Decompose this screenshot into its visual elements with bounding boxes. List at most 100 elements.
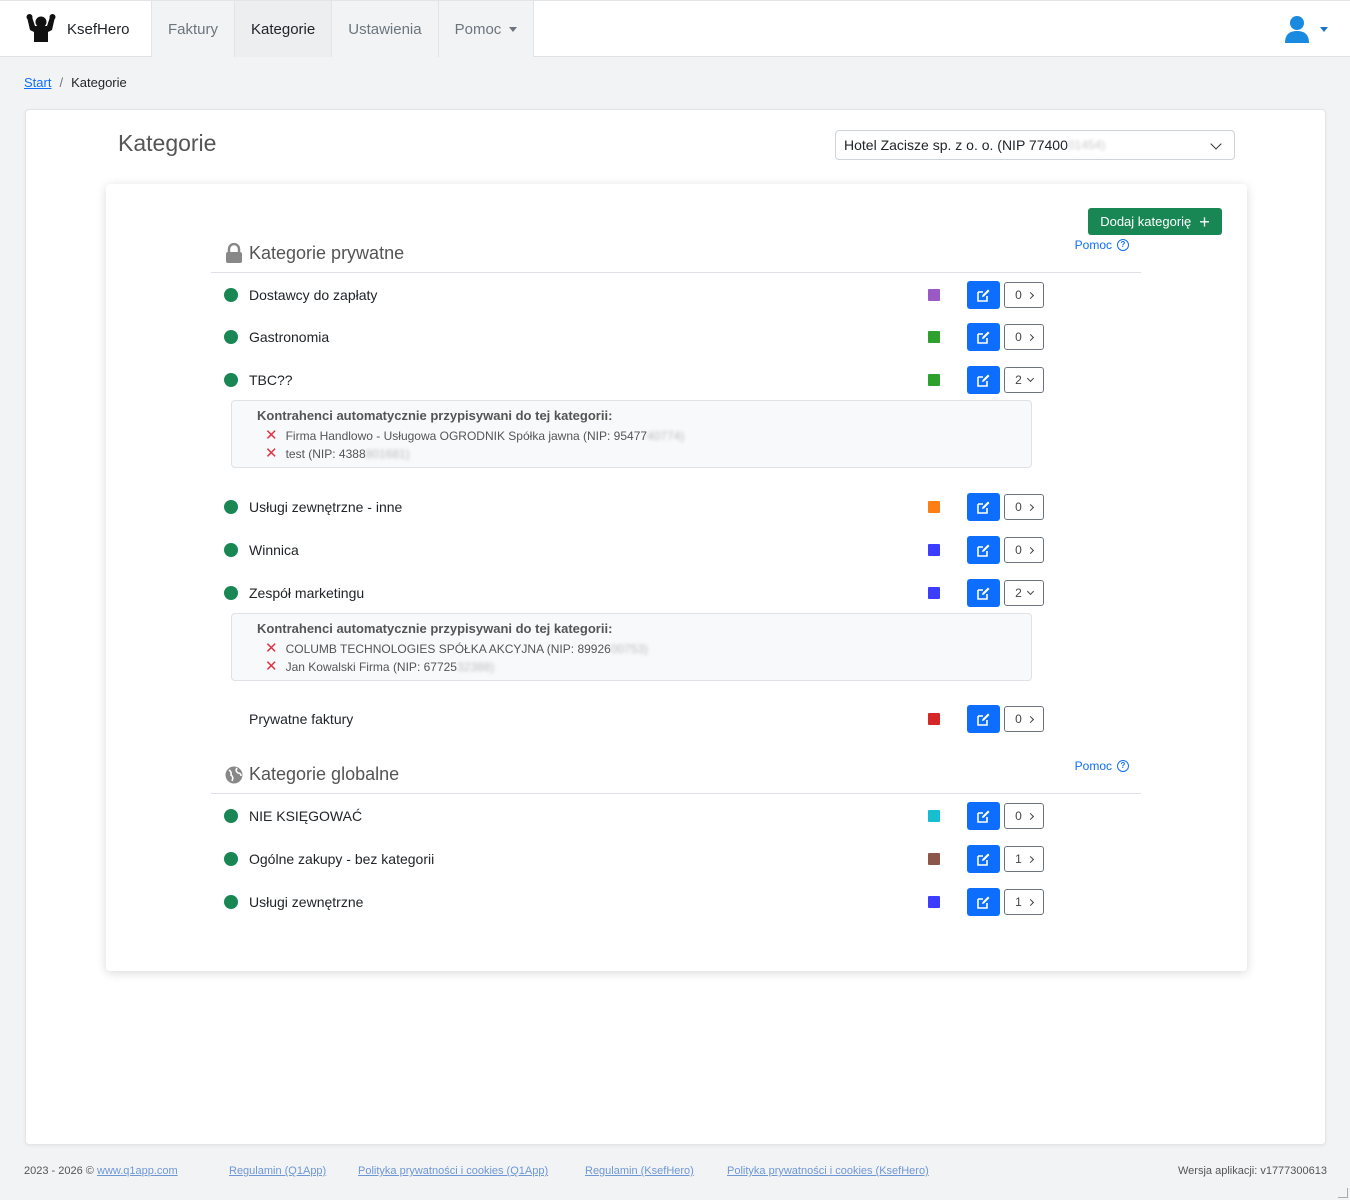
tab-ustawienia[interactable]: Ustawienia bbox=[331, 1, 438, 57]
tab-label: Pomoc bbox=[454, 20, 502, 38]
categories-card: Dodaj kategorię + Kategorie prywatne Pom… bbox=[106, 184, 1247, 971]
contractors-panel: Kontrahenci automatycznie przypisywani d… bbox=[231, 613, 1032, 681]
footer-link-privacy-ksefhero[interactable]: Polityka prywatności i cookies (KsefHero… bbox=[727, 1165, 929, 1177]
contractors-count-toggle[interactable]: 2 bbox=[1004, 367, 1044, 393]
remove-contractor-icon[interactable]: ✕ bbox=[265, 428, 278, 443]
resize-handle[interactable] bbox=[1338, 1188, 1348, 1198]
active-status-dot bbox=[224, 809, 238, 823]
global-help-link[interactable]: Pomoc? bbox=[1075, 759, 1129, 773]
edit-category-button[interactable] bbox=[967, 579, 1000, 607]
footer-site-link[interactable]: www.q1app.com bbox=[97, 1165, 178, 1177]
remove-contractor-icon[interactable]: ✕ bbox=[265, 446, 278, 461]
contractors-panel: Kontrahenci automatycznie przypisywani d… bbox=[231, 400, 1032, 468]
contractors-count-toggle[interactable]: 1 bbox=[1004, 846, 1044, 872]
contractors-count: 2 bbox=[1015, 586, 1022, 600]
category-color-swatch bbox=[928, 331, 940, 343]
contractors-header: Kontrahenci automatycznie przypisywani d… bbox=[257, 408, 613, 423]
category-name: Gastronomia bbox=[249, 329, 330, 345]
contractor-name: Jan Kowalski Firma (NIP: 67725 bbox=[285, 660, 457, 674]
plus-icon: + bbox=[1199, 211, 1210, 232]
global-section-title: Kategorie globalne bbox=[249, 764, 400, 784]
edit-category-button[interactable] bbox=[967, 802, 1000, 830]
edit-category-button[interactable] bbox=[967, 536, 1000, 564]
edit-category-button[interactable] bbox=[967, 888, 1000, 916]
chevron-right-icon bbox=[1026, 898, 1034, 906]
private-help-link[interactable]: Pomoc? bbox=[1075, 238, 1129, 252]
remove-contractor-icon[interactable]: ✕ bbox=[265, 659, 278, 674]
breadcrumb: Start / Kategorie bbox=[24, 75, 127, 90]
contractor-name: Firma Handlowo - Usługowa OGRODNIK Spółk… bbox=[285, 429, 648, 443]
edit-icon bbox=[977, 587, 990, 600]
category-row: TBC?? 2 bbox=[211, 365, 1141, 395]
category-color-swatch bbox=[928, 853, 940, 865]
contractor-item: ✕ Firma Handlowo - Usługowa OGRODNIK Spół… bbox=[265, 428, 684, 443]
footer-link-terms-ksefhero[interactable]: Regulamin (KsefHero) bbox=[585, 1165, 694, 1177]
active-status-dot bbox=[224, 543, 238, 557]
category-row: Zespół marketingu 2 bbox=[211, 578, 1141, 608]
chevron-right-icon bbox=[1026, 855, 1034, 863]
contractor-name: COLUMB TECHNOLOGIES SPÓŁKA AKCYJNA (NIP:… bbox=[285, 642, 611, 656]
chevron-down-icon bbox=[1026, 587, 1034, 596]
edit-category-button[interactable] bbox=[967, 323, 1000, 351]
user-avatar-icon bbox=[1285, 16, 1309, 43]
lock-icon bbox=[226, 243, 242, 263]
breadcrumb-current: Kategorie bbox=[71, 75, 127, 90]
edit-icon bbox=[977, 544, 990, 557]
contractor-nip-masked: 00753) bbox=[610, 642, 649, 656]
contractor-item: ✕ COLUMB TECHNOLOGIES SPÓŁKA AKCYJNA (NIP… bbox=[265, 641, 649, 656]
active-status-dot bbox=[224, 373, 238, 387]
edit-category-button[interactable] bbox=[967, 493, 1000, 521]
edit-icon bbox=[977, 289, 990, 302]
edit-category-button[interactable] bbox=[967, 705, 1000, 733]
edit-category-button[interactable] bbox=[967, 281, 1000, 309]
tab-label: Ustawienia bbox=[348, 20, 422, 38]
footer-link-terms-q1app[interactable]: Regulamin (Q1App) bbox=[229, 1165, 326, 1177]
edit-category-button[interactable] bbox=[967, 845, 1000, 873]
contractors-count: 0 bbox=[1015, 712, 1022, 726]
category-name: Prywatne faktury bbox=[249, 711, 354, 727]
active-status-dot bbox=[224, 500, 238, 514]
tab-pomoc-dropdown[interactable]: Pomoc bbox=[437, 1, 535, 57]
chevron-down-icon bbox=[1210, 138, 1222, 150]
active-status-dot bbox=[224, 288, 238, 302]
user-menu[interactable] bbox=[1284, 15, 1328, 43]
question-circle-icon: ? bbox=[1117, 760, 1129, 772]
edit-category-button[interactable] bbox=[967, 366, 1000, 394]
contractors-count-toggle[interactable]: 0 bbox=[1004, 803, 1044, 829]
edit-icon bbox=[977, 853, 990, 866]
company-select-value: Hotel Zacisze sp. z o. o. (NIP 77400 bbox=[844, 137, 1068, 153]
contractors-count-toggle[interactable]: 0 bbox=[1004, 282, 1044, 308]
footer-copyright: 2023 - 2026 © bbox=[24, 1165, 94, 1177]
category-color-swatch bbox=[928, 501, 940, 513]
tab-kategorie[interactable]: Kategorie bbox=[234, 1, 332, 57]
footer-link-privacy-q1app[interactable]: Polityka prywatności i cookies (Q1App) bbox=[358, 1165, 548, 1177]
question-circle-icon: ? bbox=[1117, 239, 1129, 251]
contractors-count-toggle[interactable]: 0 bbox=[1004, 494, 1044, 520]
contractors-count: 1 bbox=[1015, 895, 1022, 909]
company-select[interactable]: Hotel Zacisze sp. z o. o. (NIP 77400 0145… bbox=[835, 130, 1235, 160]
contractors-header: Kontrahenci automatycznie przypisywani d… bbox=[257, 621, 613, 636]
contractors-count-toggle[interactable]: 0 bbox=[1004, 324, 1044, 350]
brand[interactable]: KsefHero bbox=[24, 13, 130, 45]
remove-contractor-icon[interactable]: ✕ bbox=[265, 641, 278, 656]
chevron-right-icon bbox=[1026, 812, 1034, 820]
breadcrumb-start-link[interactable]: Start bbox=[24, 75, 51, 90]
footer-version: Wersja aplikacji: v1777300613 bbox=[1178, 1165, 1327, 1177]
contractor-name: test (NIP: 4388 bbox=[285, 447, 366, 461]
tab-faktury[interactable]: Faktury bbox=[151, 1, 235, 57]
contractors-count-toggle[interactable]: 2 bbox=[1004, 580, 1044, 606]
category-color-swatch bbox=[928, 544, 940, 556]
private-section-title: Kategorie prywatne bbox=[249, 243, 405, 263]
category-name: Winnica bbox=[249, 542, 299, 558]
category-color-swatch bbox=[928, 374, 940, 386]
category-row: Prywatne faktury 0 bbox=[211, 704, 1141, 734]
contractors-count-toggle[interactable]: 0 bbox=[1004, 706, 1044, 732]
add-category-button[interactable]: Dodaj kategorię + bbox=[1088, 208, 1222, 235]
main-nav: Faktury Kategorie Ustawienia Pomoc bbox=[151, 1, 535, 57]
contractors-count-toggle[interactable]: 1 bbox=[1004, 889, 1044, 915]
global-section-header: Kategorie globalne Pomoc? bbox=[211, 754, 1141, 794]
category-row: Gastronomia 0 bbox=[211, 322, 1141, 352]
category-color-swatch bbox=[928, 289, 940, 301]
active-status-dot bbox=[224, 586, 238, 600]
contractors-count-toggle[interactable]: 0 bbox=[1004, 537, 1044, 563]
